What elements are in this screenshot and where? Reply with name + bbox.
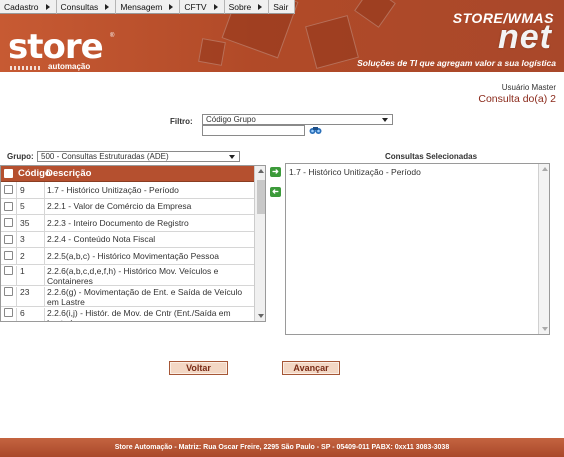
row-code: 2 xyxy=(16,248,44,264)
row-description: 2.2.6(i,j) - Histór. de Mov. de Cntr (En… xyxy=(44,307,253,321)
menu-label: Mensagem xyxy=(120,2,163,12)
brand-tagline: Soluções de TI que agregam valor a sua l… xyxy=(357,58,556,68)
row-description: 2.2.5(a,b,c) - Histórico Movimentação Pe… xyxy=(44,248,253,264)
group-label: Grupo: xyxy=(7,152,34,161)
table-row[interactable]: 5 2.2.1 - Valor de Comércio da Empresa xyxy=(1,198,265,215)
row-checkbox[interactable] xyxy=(4,251,13,261)
selected-list[interactable]: 1.7 - Histórico Unitização - Período xyxy=(285,163,550,335)
row-description: 2.2.4 - Conteúdo Nota Fiscal xyxy=(44,231,253,247)
store-logo: store xyxy=(8,27,104,67)
scroll-up-icon[interactable] xyxy=(258,169,264,173)
table-row[interactable]: 35 2.2.3 - Inteiro Documento de Registro xyxy=(1,215,265,232)
chevron-down-icon xyxy=(229,154,235,159)
column-header-description: Descrição xyxy=(46,168,92,179)
group-selected-value: 500 - Consultas Estruturadas (ADE) xyxy=(41,152,169,161)
binoculars-icon[interactable] xyxy=(309,125,322,135)
row-code: 3 xyxy=(16,231,44,247)
table-row[interactable]: 9 1.7 - Histórico Unitização - Período xyxy=(1,182,265,199)
registered-mark: ® xyxy=(110,33,115,39)
user-block: Usuário Master Consulta do(a) 2 xyxy=(478,83,556,105)
row-checkbox[interactable] xyxy=(4,185,13,195)
table-row[interactable]: 23 2.2.6(g) - Movimentação de Ent. e Saí… xyxy=(1,286,265,307)
submenu-arrow-icon xyxy=(105,4,110,10)
filter-input[interactable] xyxy=(202,125,305,136)
footer-text: Store Automação - Matriz: Rua Oscar Frei… xyxy=(114,444,450,451)
selected-list-title: Consultas Selecionadas xyxy=(385,152,478,161)
filter-label: Filtro: xyxy=(170,117,193,126)
table-row[interactable]: 1 2.2.6(a,b,c,d,e,f,h) - Histórico Mov. … xyxy=(1,265,265,286)
scroll-down-icon[interactable] xyxy=(542,327,548,331)
menu-bar: Cadastro Consultas Mensagem CFTV Sobre S… xyxy=(0,0,296,14)
menu-label: Sair xyxy=(273,2,289,12)
column-header-code: Código xyxy=(18,168,51,179)
row-checkbox[interactable] xyxy=(4,286,13,296)
row-code: 35 xyxy=(16,215,44,231)
remove-selected-button[interactable]: ➜ xyxy=(270,187,281,197)
row-code: 5 xyxy=(16,198,44,214)
filter-selected-value: Código Grupo xyxy=(206,115,256,124)
table-row[interactable]: 2 2.2.5(a,b,c) - Histórico Movimentação … xyxy=(1,248,265,265)
user-name: Usuário Master xyxy=(501,83,556,92)
list-header: Código Descrição xyxy=(1,166,265,182)
row-code: 23 xyxy=(16,286,44,306)
row-checkbox[interactable] xyxy=(4,218,13,228)
row-description: 2.2.6(g) - Movimentação de Ent. e Saída … xyxy=(44,286,253,307)
row-checkbox[interactable] xyxy=(4,234,13,244)
arrow-left-icon: ➜ xyxy=(272,187,279,196)
back-button-label: Voltar xyxy=(186,363,211,373)
menu-label: Consultas xyxy=(60,2,99,12)
submenu-arrow-icon xyxy=(169,4,174,10)
row-code: 9 xyxy=(16,182,44,198)
group-select[interactable]: 500 - Consultas Estruturadas (ADE) xyxy=(37,151,240,162)
menu-label: Sobre xyxy=(228,2,252,12)
submenu-arrow-icon xyxy=(258,4,263,10)
selected-list-scrollbar[interactable] xyxy=(538,164,549,334)
scroll-thumb[interactable] xyxy=(257,180,265,214)
menu-mensagem[interactable]: Mensagem xyxy=(116,0,181,14)
menu-consultas[interactable]: Consultas xyxy=(57,0,117,14)
brand-net: net xyxy=(498,18,552,56)
menu-cadastro[interactable]: Cadastro xyxy=(0,0,57,14)
back-button[interactable]: Voltar xyxy=(169,361,228,375)
row-checkbox[interactable] xyxy=(4,265,13,275)
row-checkbox[interactable] xyxy=(4,201,13,211)
row-description: 1.7 - Histórico Unitização - Período xyxy=(44,182,253,198)
row-code: 6 xyxy=(16,307,44,321)
next-button-label: Avançar xyxy=(293,363,329,373)
logo-stripes xyxy=(10,66,42,70)
scroll-up-icon[interactable] xyxy=(542,167,548,171)
menu-sobre[interactable]: Sobre xyxy=(225,0,270,14)
logo-subtitle: automação xyxy=(48,62,91,71)
add-selected-button[interactable]: ➜ xyxy=(270,167,281,177)
select-all-checkbox[interactable] xyxy=(4,169,13,178)
footer: Store Automação - Matriz: Rua Oscar Frei… xyxy=(0,438,564,457)
row-checkbox[interactable] xyxy=(4,307,13,317)
list-scrollbar[interactable] xyxy=(254,166,265,321)
next-button[interactable]: Avançar xyxy=(282,361,340,375)
menu-label: Cadastro xyxy=(4,2,39,12)
table-row[interactable]: 6 2.2.6(i,j) - Histór. de Mov. de Cntr (… xyxy=(1,307,265,321)
filter-select[interactable]: Código Grupo xyxy=(202,114,393,125)
available-list: Código Descrição 9 1.7 - Histórico Uniti… xyxy=(0,165,266,322)
arrow-right-icon: ➜ xyxy=(272,167,279,176)
submenu-arrow-icon xyxy=(45,4,50,10)
row-description: 2.2.6(a,b,c,d,e,f,h) - Histórico Mov. Ve… xyxy=(44,265,253,286)
row-description: 2.2.3 - Inteiro Documento de Registro xyxy=(44,215,253,231)
decor-cube xyxy=(198,38,226,66)
submenu-arrow-icon xyxy=(213,4,218,10)
page-title: Consulta do(a) 2 xyxy=(478,93,556,105)
row-code: 1 xyxy=(16,265,44,285)
scroll-down-icon[interactable] xyxy=(258,314,264,318)
menu-label: CFTV xyxy=(184,2,207,12)
menu-cftv[interactable]: CFTV xyxy=(180,0,225,14)
menu-sair[interactable]: Sair xyxy=(269,0,296,14)
row-description: 2.2.1 - Valor de Comércio da Empresa xyxy=(44,198,253,214)
chevron-down-icon xyxy=(382,117,388,122)
table-row[interactable]: 3 2.2.4 - Conteúdo Nota Fiscal xyxy=(1,231,265,248)
list-item[interactable]: 1.7 - Histórico Unitização - Período xyxy=(286,164,549,177)
header-banner: Cadastro Consultas Mensagem CFTV Sobre S… xyxy=(0,0,564,72)
